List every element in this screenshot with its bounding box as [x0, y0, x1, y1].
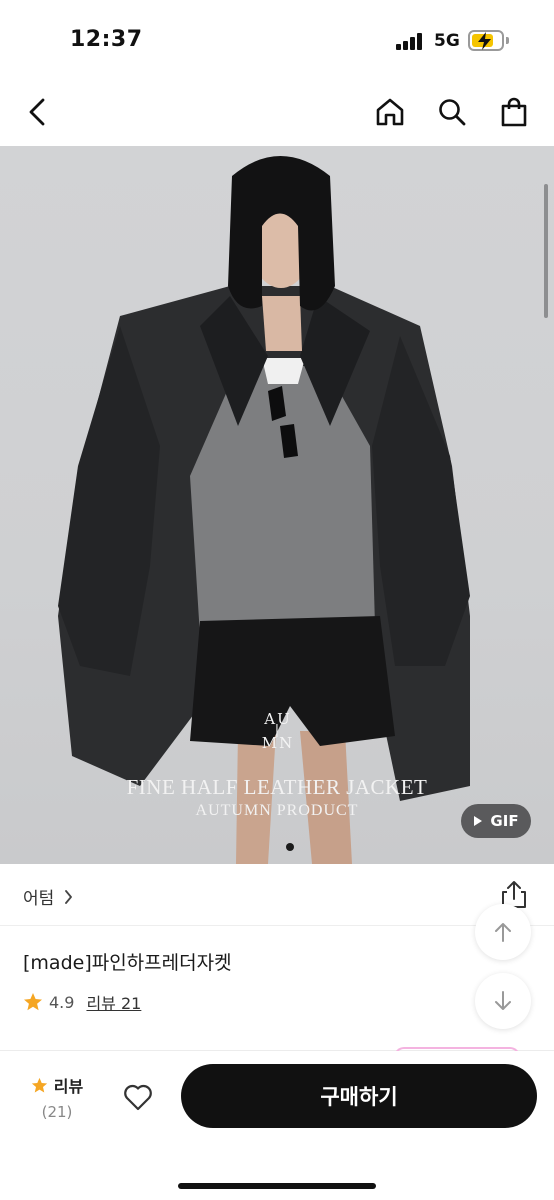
review-summary[interactable]: 리뷰 (21) — [28, 1073, 86, 1121]
review-summary-label-row: 리뷰 — [28, 1073, 86, 1097]
category-row: 어텀 — [0, 864, 554, 926]
star-icon — [31, 1077, 47, 1092]
gif-play-button[interactable]: GIF — [461, 804, 531, 838]
play-icon — [474, 816, 483, 826]
arrow-down-icon — [495, 991, 511, 1010]
home-icon — [376, 98, 404, 126]
home-indicator — [178, 1183, 376, 1189]
review-label: 리뷰 — [53, 1077, 84, 1096]
chevron-left-icon — [29, 98, 45, 126]
scroll-up-button[interactable] — [475, 904, 531, 960]
scroll-down-button[interactable] — [475, 973, 531, 1029]
cellular-signal-icon — [396, 33, 426, 50]
home-button[interactable] — [370, 92, 410, 132]
back-button[interactable] — [18, 92, 58, 132]
cart-button[interactable] — [494, 92, 534, 132]
shopping-bag-icon — [501, 97, 527, 127]
arrow-up-icon — [495, 923, 511, 942]
heart-icon — [124, 1084, 152, 1111]
buy-button[interactable]: 구매하기 — [181, 1064, 537, 1128]
category-label: 어텀 — [23, 889, 55, 909]
rating-row: 4.9 리뷰 21 — [23, 990, 141, 1014]
brand-logo: AU | MN — [258, 712, 298, 752]
search-button[interactable] — [432, 92, 472, 132]
gif-label: GIF — [490, 812, 519, 830]
network-type: 5G — [434, 31, 460, 51]
search-icon — [439, 99, 466, 126]
brand-logo-line2: MN — [261, 734, 295, 752]
wishlist-button[interactable] — [118, 1077, 158, 1117]
bottom-action-bar: 리뷰 (21) 구매하기 — [0, 1051, 554, 1200]
carousel-page-indicator — [286, 843, 294, 851]
hero-title: FINE HALF LEATHER JACKET — [126, 775, 428, 799]
status-time: 12:37 — [70, 27, 143, 52]
star-icon — [24, 993, 42, 1011]
charging-bolt-icon — [478, 32, 491, 50]
product-photo — [58, 156, 470, 864]
category-link[interactable]: 어텀 — [23, 884, 73, 909]
rating-value: 4.9 — [49, 992, 75, 1012]
image-scroll-indicator — [544, 184, 548, 318]
top-navigation — [0, 80, 554, 146]
status-bar: 12:37 5G — [0, 0, 554, 80]
battery-cap — [506, 37, 509, 44]
review-count-link[interactable]: 리뷰 21 — [86, 990, 141, 1014]
review-count: (21) — [41, 1103, 73, 1121]
chevron-right-icon — [65, 889, 73, 904]
product-image-carousel[interactable]: AU | MN FINE HALF LEATHER JACKET AUTUMN … — [0, 146, 554, 864]
product-name: [made]파인하프레더자켓 — [23, 952, 232, 974]
